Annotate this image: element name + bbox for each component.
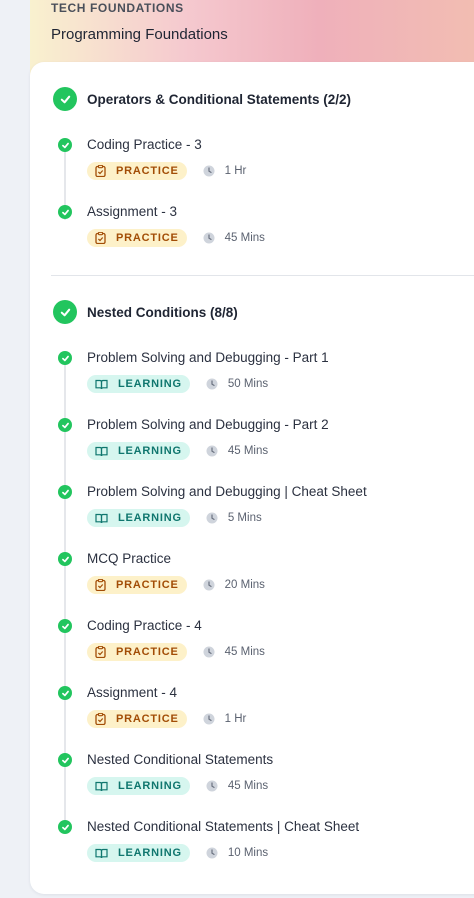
badge-label: LEARNING <box>118 780 182 792</box>
clock-icon <box>206 512 218 524</box>
practice-badge: PRACTICE <box>87 710 187 728</box>
learning-badge: LEARNING <box>87 509 190 527</box>
duration-label: 1 Hr <box>224 165 247 177</box>
item-title: Assignment - 4 <box>87 685 178 700</box>
complete-check-icon <box>58 619 72 633</box>
complete-check-icon <box>58 205 72 219</box>
book-open-icon <box>95 848 108 858</box>
clipboard-check-icon <box>95 713 106 725</box>
item-title: Problem Solving and Debugging | Cheat Sh… <box>87 484 367 499</box>
complete-check-icon <box>58 418 72 432</box>
clipboard-check-icon <box>95 646 106 658</box>
book-open-icon <box>95 379 108 389</box>
clock-icon <box>206 445 218 457</box>
section-complete-check-icon <box>53 87 77 111</box>
course-content-card: Operators & Conditional Statements (2/2)… <box>30 62 474 894</box>
badge-label: PRACTICE <box>116 579 179 591</box>
book-open-icon <box>95 781 108 791</box>
duration-label: 5 Mins <box>227 512 262 524</box>
section-header[interactable]: Operators & Conditional Statements (2/2) <box>53 87 351 111</box>
section-title: Nested Conditions (8/8) <box>87 304 238 320</box>
learning-badge: LEARNING <box>87 777 190 795</box>
list-item[interactable]: Assignment - 4 PRACTICE 1 Hr <box>30 685 474 746</box>
complete-check-icon <box>58 820 72 834</box>
list-item[interactable]: Problem Solving and Debugging - Part 1 L… <box>30 350 474 411</box>
item-title: MCQ Practice <box>87 551 172 566</box>
duration-label: 45 Mins <box>227 780 269 792</box>
learning-badge: LEARNING <box>87 375 190 393</box>
duration-label: 50 Mins <box>227 378 269 390</box>
clock-icon <box>203 579 215 591</box>
list-item[interactable]: Problem Solving and Debugging - Part 2 L… <box>30 417 474 478</box>
clock-icon <box>203 165 215 177</box>
duration-label: 45 Mins <box>227 445 269 457</box>
item-title: Nested Conditional Statements | Cheat Sh… <box>87 819 360 834</box>
list-item[interactable]: Nested Conditional Statements | Cheat Sh… <box>30 819 474 880</box>
item-title: Problem Solving and Debugging - Part 1 <box>87 350 329 365</box>
section-header[interactable]: Nested Conditions (8/8) <box>53 300 238 324</box>
clipboard-check-icon <box>95 232 106 244</box>
badge-label: LEARNING <box>118 445 182 457</box>
item-title: Assignment - 3 <box>87 204 178 219</box>
duration-label: 1 Hr <box>224 713 247 725</box>
list-item[interactable]: MCQ Practice PRACTICE 20 Mins <box>30 551 474 612</box>
complete-check-icon <box>58 552 72 566</box>
badge-label: LEARNING <box>118 847 182 859</box>
clipboard-check-icon <box>95 165 106 177</box>
list-item[interactable]: Problem Solving and Debugging | Cheat Sh… <box>30 484 474 545</box>
item-title: Nested Conditional Statements <box>87 752 274 767</box>
duration-label: 20 Mins <box>224 579 265 591</box>
section-title: Operators & Conditional Statements (2/2) <box>87 91 352 107</box>
duration-label: 45 Mins <box>224 646 265 658</box>
course-title: Programming Foundations <box>51 26 228 43</box>
practice-badge: PRACTICE <box>87 643 187 661</box>
badge-label: PRACTICE <box>116 646 179 658</box>
practice-badge: PRACTICE <box>87 229 187 247</box>
badge-label: PRACTICE <box>116 713 179 725</box>
item-title: Coding Practice - 3 <box>87 137 202 152</box>
clipboard-check-icon <box>95 579 106 591</box>
complete-check-icon <box>58 485 72 499</box>
item-title: Coding Practice - 4 <box>87 618 202 633</box>
complete-check-icon <box>58 753 72 767</box>
list-item[interactable]: Coding Practice - 3 PRACTICE 1 Hr <box>30 137 474 198</box>
complete-check-icon <box>58 686 72 700</box>
clock-icon <box>203 646 215 658</box>
badge-label: PRACTICE <box>116 232 179 244</box>
learning-badge: LEARNING <box>87 844 190 862</box>
learning-badge: LEARNING <box>87 442 190 460</box>
clock-icon <box>203 713 215 725</box>
section-divider <box>51 275 474 276</box>
clock-icon <box>206 378 218 390</box>
list-item[interactable]: Assignment - 3 PRACTICE 45 Mins <box>30 204 474 265</box>
practice-badge: PRACTICE <box>87 162 187 180</box>
clock-icon <box>203 232 215 244</box>
book-open-icon <box>95 513 108 523</box>
list-item[interactable]: Coding Practice - 4 PRACTICE 45 Mins <box>30 618 474 679</box>
section-complete-check-icon <box>53 300 77 324</box>
duration-label: 45 Mins <box>224 232 265 244</box>
clock-icon <box>206 847 218 859</box>
complete-check-icon <box>58 351 72 365</box>
duration-label: 10 Mins <box>227 847 269 859</box>
badge-label: LEARNING <box>118 378 182 390</box>
clock-icon <box>206 780 218 792</box>
course-category-label: TECH FOUNDATIONS <box>51 1 184 15</box>
badge-label: LEARNING <box>118 512 182 524</box>
book-open-icon <box>95 446 108 456</box>
list-item[interactable]: Nested Conditional Statements LEARNING 4… <box>30 752 474 813</box>
item-title: Problem Solving and Debugging - Part 2 <box>87 417 329 432</box>
badge-label: PRACTICE <box>116 165 179 177</box>
complete-check-icon <box>58 138 72 152</box>
practice-badge: PRACTICE <box>87 576 187 594</box>
